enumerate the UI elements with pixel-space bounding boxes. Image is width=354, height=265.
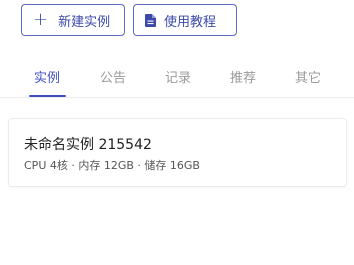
tutorial-button[interactable]: 使用教程 (133, 4, 237, 36)
tab-bar: 实例 公告 记录 推荐 其它 (0, 60, 354, 98)
new-instance-button[interactable]: + 新建实例 (21, 4, 125, 36)
tab-announcements[interactable]: 公告 (100, 67, 126, 86)
tab-recommended[interactable]: 推荐 (230, 67, 256, 86)
active-tab-indicator (29, 95, 66, 97)
tutorial-label: 使用教程 (164, 14, 217, 30)
tab-records[interactable]: 记录 (165, 67, 191, 86)
new-instance-label: 新建实例 (58, 14, 111, 30)
instance-name: 未命名实例 215542 (24, 137, 152, 153)
toolbar: + 新建实例 使用教程 (21, 4, 237, 36)
instances-page: + 新建实例 使用教程 实例 公告 记录 推荐 其它 未命名实例 215542 … (0, 0, 354, 265)
tab-instances[interactable]: 实例 (34, 67, 60, 86)
instance-card[interactable]: 未命名实例 215542 CPU 4核 · 内存 12GB · 储存 16GB (8, 118, 347, 187)
instance-specs: CPU 4核 · 内存 12GB · 储存 16GB (24, 159, 200, 172)
document-icon (145, 13, 156, 27)
tab-other[interactable]: 其它 (295, 67, 321, 86)
plus-icon: + (33, 9, 49, 30)
